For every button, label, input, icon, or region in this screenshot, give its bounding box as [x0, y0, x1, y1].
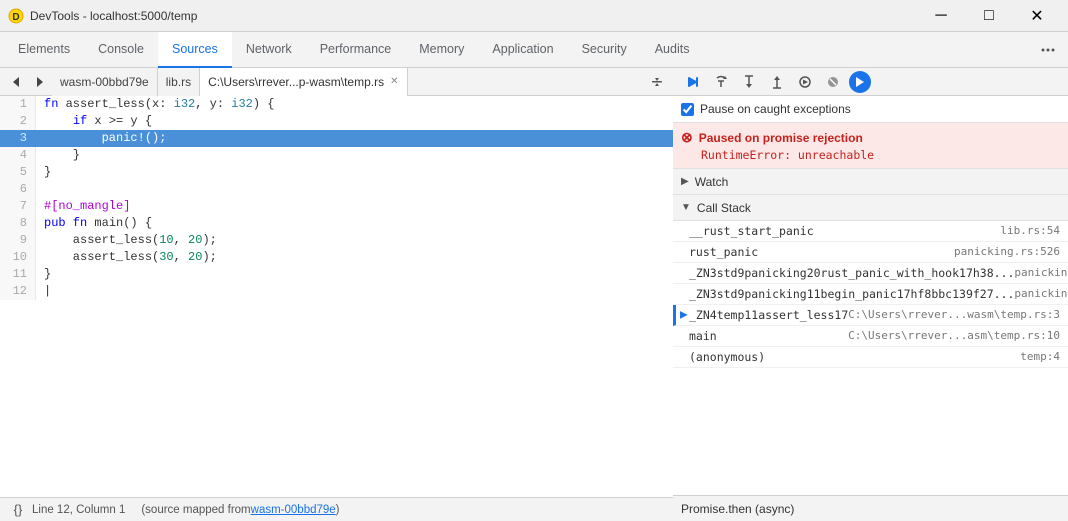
- source-map-link[interactable]: wasm-00bbd79e: [251, 504, 336, 516]
- window-controls: ─ □ ✕: [918, 0, 1060, 32]
- promise-row: Promise.then (async): [673, 495, 1068, 521]
- callstack-chevron-icon: ▼: [681, 202, 691, 213]
- toolbar-right: [645, 70, 669, 94]
- error-icon: ⊗: [681, 129, 693, 146]
- stack-item-begin-panic[interactable]: _ZN3std9panicking11begin_panic17hf8bbc13…: [673, 284, 1068, 305]
- minimize-button[interactable]: ─: [918, 0, 964, 32]
- code-line-11: 11 }: [0, 266, 673, 283]
- code-line-8: 8 pub fn main() {: [0, 215, 673, 232]
- stack-item-rust-panic-with-hook[interactable]: _ZN3std9panicking20rust_panic_with_hook1…: [673, 263, 1068, 284]
- promise-text: Promise.then (async): [681, 502, 794, 516]
- right-panel: Pause on caught exceptions ⊗ Paused on p…: [673, 68, 1068, 521]
- tab-console[interactable]: Console: [84, 32, 158, 68]
- title-bar: D DevTools - localhost:5000/temp ─ □ ✕: [0, 0, 1068, 32]
- tab-audits[interactable]: Audits: [641, 32, 704, 68]
- tab-memory[interactable]: Memory: [405, 32, 478, 68]
- error-detail: RuntimeError: unreachable: [681, 148, 1058, 162]
- navigate-forward-button[interactable]: [28, 70, 52, 94]
- code-line-12: 12 |: [0, 283, 673, 300]
- deactivate-button[interactable]: [821, 70, 845, 94]
- svg-text:D: D: [12, 12, 19, 23]
- devtools-icon: D: [8, 8, 24, 24]
- code-line-9: 9 assert_less(10, 20);: [0, 232, 673, 249]
- format-icon[interactable]: {}: [8, 500, 28, 520]
- code-line-7: 7 #[no_mangle]: [0, 198, 673, 215]
- pause-exceptions-label: Pause on caught exceptions: [700, 102, 851, 116]
- file-tab-librs[interactable]: lib.rs: [158, 68, 200, 96]
- navigate-back-button[interactable]: [4, 70, 28, 94]
- devtools-container: Elements Console Sources Network Perform…: [0, 32, 1068, 521]
- code-line-2: 2 if x >= y {: [0, 113, 673, 130]
- error-title: ⊗ Paused on promise rejection: [681, 129, 1058, 146]
- watch-section-header[interactable]: ▶ Watch: [673, 169, 1068, 195]
- step-button[interactable]: [793, 70, 817, 94]
- nav-more-button[interactable]: [1032, 34, 1064, 66]
- code-line-4: 4 }: [0, 147, 673, 164]
- pause-exceptions-row: Pause on caught exceptions: [673, 96, 1068, 123]
- code-line-1: 1 fn assert_less(x: i32, y: i32) {: [0, 96, 673, 113]
- tab-performance[interactable]: Performance: [306, 32, 406, 68]
- code-editor[interactable]: 1 fn assert_less(x: i32, y: i32) { 2 if …: [0, 96, 673, 497]
- watch-chevron-icon: ▶: [681, 176, 689, 187]
- pause-exceptions-checkbox[interactable]: [681, 103, 694, 116]
- cursor-position: Line 12, Column 1: [32, 504, 125, 516]
- error-banner: ⊗ Paused on promise rejection RuntimeErr…: [673, 123, 1068, 169]
- code-line-6: 6: [0, 181, 673, 198]
- watch-section-title: Watch: [695, 175, 729, 189]
- file-tab-temprs[interactable]: C:\Users\rrever...p-wasm\temp.rs ✕: [200, 68, 407, 96]
- step-over-button[interactable]: [709, 70, 733, 94]
- tab-elements[interactable]: Elements: [4, 32, 84, 68]
- tab-security[interactable]: Security: [568, 32, 641, 68]
- secondary-toolbar: wasm-00bbd79e lib.rs C:\Users\rrever...p…: [0, 68, 673, 96]
- window-title: DevTools - localhost:5000/temp: [30, 9, 918, 23]
- tab-sources[interactable]: Sources: [158, 32, 232, 68]
- nav-tabs: Elements Console Sources Network Perform…: [0, 32, 1068, 68]
- active-frame-indicator: ▶: [680, 310, 688, 321]
- step-into-button[interactable]: [737, 70, 761, 94]
- stack-item-rust-start-panic[interactable]: __rust_start_panic lib.rs:54: [673, 221, 1068, 242]
- stack-item-assert-less[interactable]: ▶ _ZN4temp11assert_less17hc29247008ddc91…: [673, 305, 1068, 326]
- stack-item-anonymous[interactable]: (anonymous) temp:4: [673, 347, 1068, 368]
- add-script-button[interactable]: [645, 70, 669, 94]
- stack-item-main[interactable]: main C:\Users\rrever...asm\temp.rs:10: [673, 326, 1068, 347]
- stack-item-rust-panic[interactable]: rust_panic panicking.rs:526: [673, 242, 1068, 263]
- tab-application[interactable]: Application: [478, 32, 567, 68]
- code-line-10: 10 assert_less(30, 20);: [0, 249, 673, 266]
- callstack-section-header[interactable]: ▼ Call Stack: [673, 195, 1068, 221]
- debug-toolbar: [673, 68, 1068, 96]
- code-line-5: 5 }: [0, 164, 673, 181]
- file-tab-wasm[interactable]: wasm-00bbd79e: [52, 68, 158, 96]
- status-bar: {} Line 12, Column 1 (source mapped from…: [0, 497, 673, 521]
- source-map-info: (source mapped from wasm-00bbd79e ): [141, 504, 339, 516]
- maximize-button[interactable]: □: [966, 0, 1012, 32]
- close-tab-icon[interactable]: ✕: [390, 76, 398, 87]
- close-button[interactable]: ✕: [1014, 0, 1060, 32]
- code-line-3: 3 panic!();: [0, 130, 673, 147]
- step-out-button[interactable]: [765, 70, 789, 94]
- tab-network[interactable]: Network: [232, 32, 306, 68]
- pause-on-exception-button[interactable]: [849, 71, 871, 93]
- callstack-section-title: Call Stack: [697, 201, 751, 215]
- resume-button[interactable]: [681, 70, 705, 94]
- call-stack-list: __rust_start_panic lib.rs:54 rust_panic …: [673, 221, 1068, 495]
